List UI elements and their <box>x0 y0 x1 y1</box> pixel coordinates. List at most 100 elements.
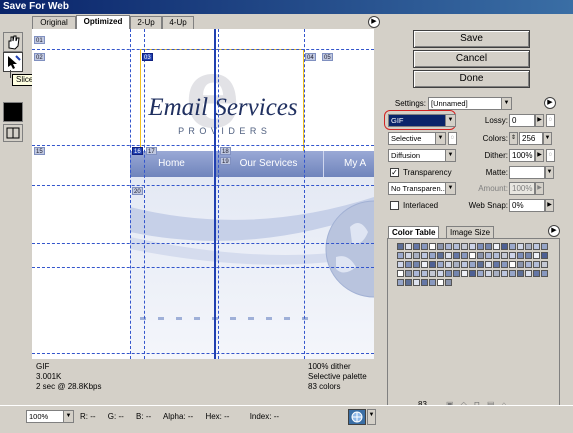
color-swatch[interactable] <box>509 270 516 277</box>
preview-menu-button[interactable]: ▶ <box>368 16 380 28</box>
zoom-select[interactable]: 100% ▼ <box>26 410 74 423</box>
slice-badge-15[interactable]: 15 <box>34 147 45 155</box>
color-swatch[interactable] <box>533 252 540 259</box>
color-swatch[interactable] <box>413 252 420 259</box>
slice-badge-01[interactable]: 01 <box>34 36 45 44</box>
matte-field[interactable] <box>509 166 545 179</box>
color-swatch[interactable] <box>493 270 500 277</box>
color-swatch[interactable] <box>533 243 540 250</box>
dither-mask-button[interactable]: ◌ <box>546 149 555 162</box>
slice-badge-16[interactable]: 16 <box>132 147 143 155</box>
color-swatch[interactable] <box>453 270 460 277</box>
dither-slider-button[interactable]: ▶ <box>535 149 544 162</box>
preview-in-browser-button[interactable] <box>348 409 366 425</box>
color-swatch[interactable] <box>517 243 524 250</box>
optimized-preview[interactable]: e Email Services P R O V I D E R S Home … <box>32 29 374 359</box>
slice-badge-05[interactable]: 05 <box>322 53 333 61</box>
toggle-slices-visibility[interactable] <box>3 124 23 142</box>
color-swatch[interactable] <box>405 243 412 250</box>
color-swatch[interactable] <box>525 252 532 259</box>
hand-tool[interactable] <box>3 32 23 52</box>
colors-field[interactable]: 256 <box>519 132 543 145</box>
color-swatch[interactable] <box>517 261 524 268</box>
color-swatch[interactable] <box>469 270 476 277</box>
color-swatch[interactable] <box>541 252 548 259</box>
transparency-dither-select[interactable]: No Transparen... ▼ <box>388 182 456 195</box>
lossy-field[interactable]: 0 <box>509 114 535 127</box>
color-swatch[interactable] <box>429 261 436 268</box>
color-swatch[interactable] <box>541 261 548 268</box>
color-swatch[interactable] <box>485 252 492 259</box>
color-swatch[interactable] <box>405 270 412 277</box>
color-swatch[interactable] <box>445 252 452 259</box>
color-swatch[interactable] <box>533 270 540 277</box>
color-swatch[interactable] <box>397 261 404 268</box>
interlaced-checkbox[interactable] <box>390 201 399 210</box>
lossy-mask-button[interactable]: ◌ <box>546 114 555 127</box>
color-swatch[interactable] <box>477 243 484 250</box>
color-swatch[interactable] <box>485 261 492 268</box>
color-swatch[interactable] <box>509 252 516 259</box>
color-swatch[interactable] <box>477 252 484 259</box>
color-swatch[interactable] <box>533 261 540 268</box>
eyedropper-color-swatch[interactable] <box>3 102 23 122</box>
color-swatch[interactable] <box>421 261 428 268</box>
dither-field[interactable]: 100% <box>509 149 535 162</box>
browser-dropdown-button[interactable]: ▼ <box>367 409 376 425</box>
amount-slider-button[interactable]: ▶ <box>535 182 544 195</box>
transparency-checkbox[interactable]: ✓ <box>390 168 399 177</box>
amount-field[interactable]: 100% <box>509 182 535 195</box>
color-swatch[interactable] <box>405 252 412 259</box>
color-swatch[interactable] <box>421 270 428 277</box>
color-swatch[interactable] <box>445 279 452 286</box>
slice-badge-17[interactable]: 17 <box>146 147 157 155</box>
color-swatch[interactable] <box>501 252 508 259</box>
color-swatch[interactable] <box>453 261 460 268</box>
slice-badge-19[interactable]: 19 <box>220 157 231 165</box>
color-swatch[interactable] <box>525 243 532 250</box>
color-swatch[interactable] <box>429 252 436 259</box>
color-swatch[interactable] <box>437 261 444 268</box>
color-swatch[interactable] <box>485 270 492 277</box>
nav-my-account[interactable]: My A <box>324 151 374 177</box>
color-swatch[interactable] <box>501 261 508 268</box>
color-swatch[interactable] <box>429 270 436 277</box>
color-swatch[interactable] <box>445 270 452 277</box>
color-swatch[interactable] <box>429 243 436 250</box>
color-swatch[interactable] <box>517 252 524 259</box>
format-select[interactable]: GIF ▼ <box>388 114 456 127</box>
colors-stepper[interactable]: ⇕ <box>509 132 518 145</box>
color-swatch[interactable] <box>437 252 444 259</box>
colors-dropdown-button[interactable]: ▼ <box>543 132 552 145</box>
websnap-dropdown-button[interactable]: ▶ <box>545 199 554 212</box>
color-swatch[interactable] <box>541 270 548 277</box>
color-swatch[interactable] <box>541 243 548 250</box>
color-swatch[interactable] <box>469 243 476 250</box>
color-swatch[interactable] <box>405 261 412 268</box>
logo-slice[interactable]: e Email Services P R O V I D E R S <box>140 44 304 152</box>
color-swatch[interactable] <box>397 243 404 250</box>
color-table-menu-button[interactable]: ▶ <box>548 225 560 237</box>
slice-select-tool[interactable] <box>3 52 23 72</box>
reduction-select[interactable]: Selective ▼ <box>388 132 446 145</box>
color-swatch[interactable] <box>461 252 468 259</box>
color-swatch[interactable] <box>397 270 404 277</box>
cancel-button[interactable]: Cancel <box>413 50 530 68</box>
color-swatch[interactable] <box>517 270 524 277</box>
tab-original[interactable]: Original <box>32 16 76 29</box>
lossy-slider-button[interactable]: ▶ <box>535 114 544 127</box>
matte-dropdown-button[interactable]: ▼ <box>545 166 554 179</box>
slice-badge-03[interactable]: 03 <box>142 53 153 61</box>
slice-badge-20[interactable]: 20 <box>132 187 143 195</box>
color-swatch[interactable] <box>429 279 436 286</box>
color-swatch[interactable] <box>437 243 444 250</box>
color-swatch[interactable] <box>461 243 468 250</box>
done-button[interactable]: Done <box>413 70 530 88</box>
color-swatch[interactable] <box>525 270 532 277</box>
color-swatch[interactable] <box>421 279 428 286</box>
slice-badge-02[interactable]: 02 <box>34 53 45 61</box>
reduction-mask-button[interactable]: ◌ <box>448 132 457 145</box>
color-swatch[interactable] <box>405 279 412 286</box>
tab-2-up[interactable]: 2-Up <box>130 16 162 29</box>
color-swatch[interactable] <box>421 243 428 250</box>
